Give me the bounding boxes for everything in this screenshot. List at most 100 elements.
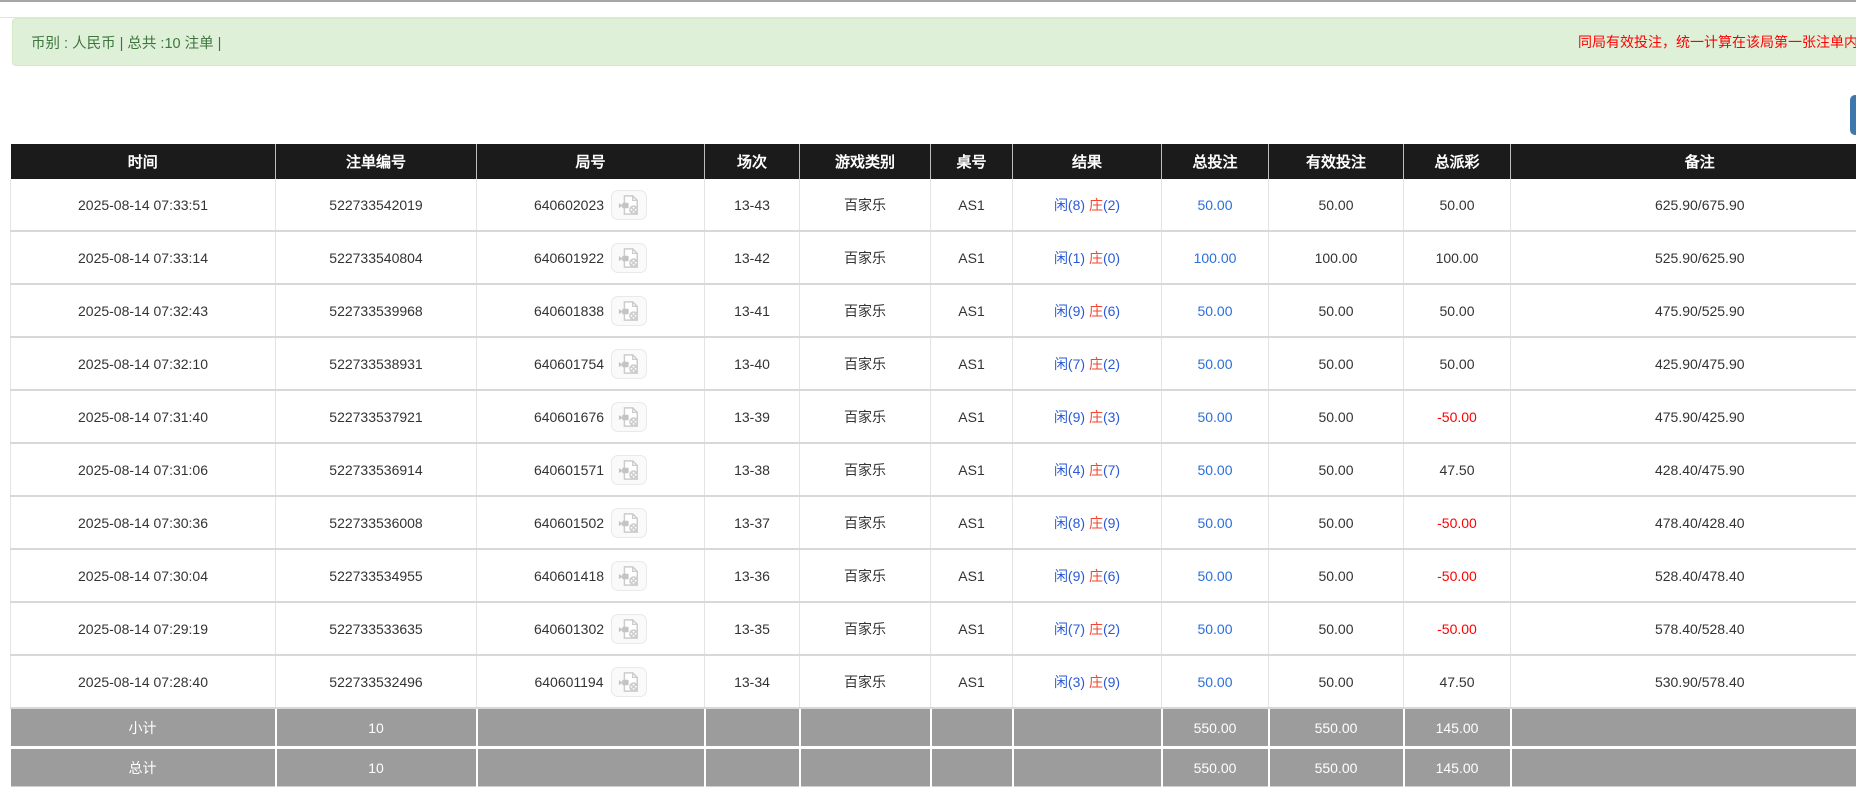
time-cell: 2025-08-14 07:33:14 [11,231,276,284]
result-cell: 闲(3) 庄(9) [1013,655,1162,708]
total-bet-cell: 50.00 [1162,496,1269,549]
total-bet-link[interactable]: 50.00 [1197,462,1232,478]
valid-bet-cell: 50.00 [1269,655,1404,708]
table-row: 2025-08-14 07:32:10522733538931640601754… [11,337,1856,390]
column-header-table_no: 桌号 [931,144,1013,179]
total-bet-cell: 50.00 [1162,337,1269,390]
total-bet-link[interactable]: 50.00 [1197,409,1232,425]
total-bet-link[interactable]: 50.00 [1197,568,1232,584]
time-cell: 2025-08-14 07:28:40 [11,655,276,708]
video-replay-icon [617,406,641,428]
summary-remark-cell [1511,748,1856,787]
table-no-cell: AS1 [931,549,1013,602]
total-bet-link[interactable]: 50.00 [1197,515,1232,531]
table-no-cell: AS1 [931,231,1013,284]
total-bet-cell: 50.00 [1162,284,1269,337]
video-replay-icon [617,512,641,534]
summary-empty-cell [931,708,1013,748]
total-bet-link[interactable]: 100.00 [1194,250,1237,266]
table-row: 2025-08-14 07:33:14522733540804640601922… [11,231,1856,284]
remark-cell: 530.90/578.40 [1511,655,1856,708]
result-cell: 闲(8) 庄(9) [1013,496,1162,549]
summary-label-cell: 总计 [11,748,276,787]
game-type-cell: 百家乐 [800,231,931,284]
summary-empty-cell [1013,708,1162,748]
result-banker-points: (9) [1103,515,1120,531]
video-replay-button[interactable] [611,402,647,432]
video-replay-icon [617,671,641,693]
game-type-cell: 百家乐 [800,496,931,549]
column-header-valid_bet: 有效投注 [1269,144,1404,179]
round-no-text: 640601194 [534,674,603,690]
result-banker-label: 庄 [1089,621,1103,637]
video-replay-button[interactable] [611,614,647,644]
game-type-cell: 百家乐 [800,390,931,443]
total-bet-cell: 50.00 [1162,443,1269,496]
session-cell: 13-41 [705,284,800,337]
video-replay-button[interactable] [611,296,647,326]
column-header-result: 结果 [1013,144,1162,179]
round-no-text: 640601754 [534,356,604,372]
valid-bet-notice-text: 同局有效投注，统一计算在该局第一张注单内 [1578,19,1856,65]
result-cell: 闲(9) 庄(6) [1013,549,1162,602]
video-replay-button[interactable] [611,561,647,591]
video-replay-button[interactable] [611,243,647,273]
clipped-action-button[interactable] [1850,95,1856,135]
round-no-cell: 640601571 [477,443,705,496]
game-type-cell: 百家乐 [800,655,931,708]
result-banker-label: 庄 [1089,303,1103,319]
total-bet-cell: 50.00 [1162,549,1269,602]
total-bet-link[interactable]: 50.00 [1197,356,1232,372]
result-banker-label: 庄 [1089,409,1103,425]
video-replay-button[interactable] [611,455,647,485]
remark-cell: 475.90/425.90 [1511,390,1856,443]
video-replay-button[interactable] [611,190,647,220]
video-replay-icon [617,459,641,481]
result-player: 闲(9) [1054,409,1089,425]
header-row: 时间注单编号局号场次游戏类别桌号结果总投注有效投注总派彩备注 [11,144,1856,179]
column-header-game_type: 游戏类别 [800,144,931,179]
result-banker-points: (2) [1103,197,1120,213]
total-bet-cell: 50.00 [1162,390,1269,443]
total-bet-link[interactable]: 50.00 [1197,674,1232,690]
payout-cell: 47.50 [1404,655,1511,708]
round-no-text: 640601302 [534,621,604,637]
table-row: 2025-08-14 07:30:36522733536008640601502… [11,496,1856,549]
result-cell: 闲(7) 庄(2) [1013,602,1162,655]
summary-remark-cell [1511,708,1856,748]
column-header-round_no: 局号 [477,144,705,179]
table-row: 2025-08-14 07:29:19522733533635640601302… [11,602,1856,655]
result-banker-points: (3) [1103,409,1120,425]
game-type-cell: 百家乐 [800,443,931,496]
game-type-cell: 百家乐 [800,179,931,231]
video-replay-button[interactable] [611,508,647,538]
total-bet-cell: 50.00 [1162,602,1269,655]
summary-row: 小计10550.00550.00145.00 [11,708,1856,748]
video-replay-button[interactable] [611,349,647,379]
summary-total-bet-cell: 550.00 [1162,748,1269,787]
summary-empty-cell [477,748,705,787]
time-cell: 2025-08-14 07:32:10 [11,337,276,390]
column-header-session: 场次 [705,144,800,179]
total-bet-link[interactable]: 50.00 [1197,197,1232,213]
video-replay-icon [617,247,641,269]
remark-cell: 578.40/528.40 [1511,602,1856,655]
round-no-text: 640601838 [534,303,604,319]
summary-bar: 币别 : 人民币 | 总共 :10 注单 | 同局有效投注，统一计算在该局第一张… [12,18,1856,66]
bet-no-cell: 522733536914 [276,443,477,496]
total-bet-link[interactable]: 50.00 [1197,621,1232,637]
total-bet-cell: 50.00 [1162,179,1269,231]
summary-total-bet-cell: 550.00 [1162,708,1269,748]
video-replay-button[interactable] [611,667,647,697]
game-type-cell: 百家乐 [800,602,931,655]
round-no-text: 640601418 [534,568,604,584]
valid-bet-cell: 50.00 [1269,496,1404,549]
valid-bet-cell: 50.00 [1269,337,1404,390]
payout-cell: -50.00 [1404,496,1511,549]
round-no-cell: 640601838 [477,284,705,337]
summary-row: 总计10550.00550.00145.00 [11,748,1856,787]
summary-count-cell: 10 [276,748,477,787]
total-bet-link[interactable]: 50.00 [1197,303,1232,319]
summary-empty-cell [1013,748,1162,787]
result-banker-points: (6) [1103,568,1120,584]
